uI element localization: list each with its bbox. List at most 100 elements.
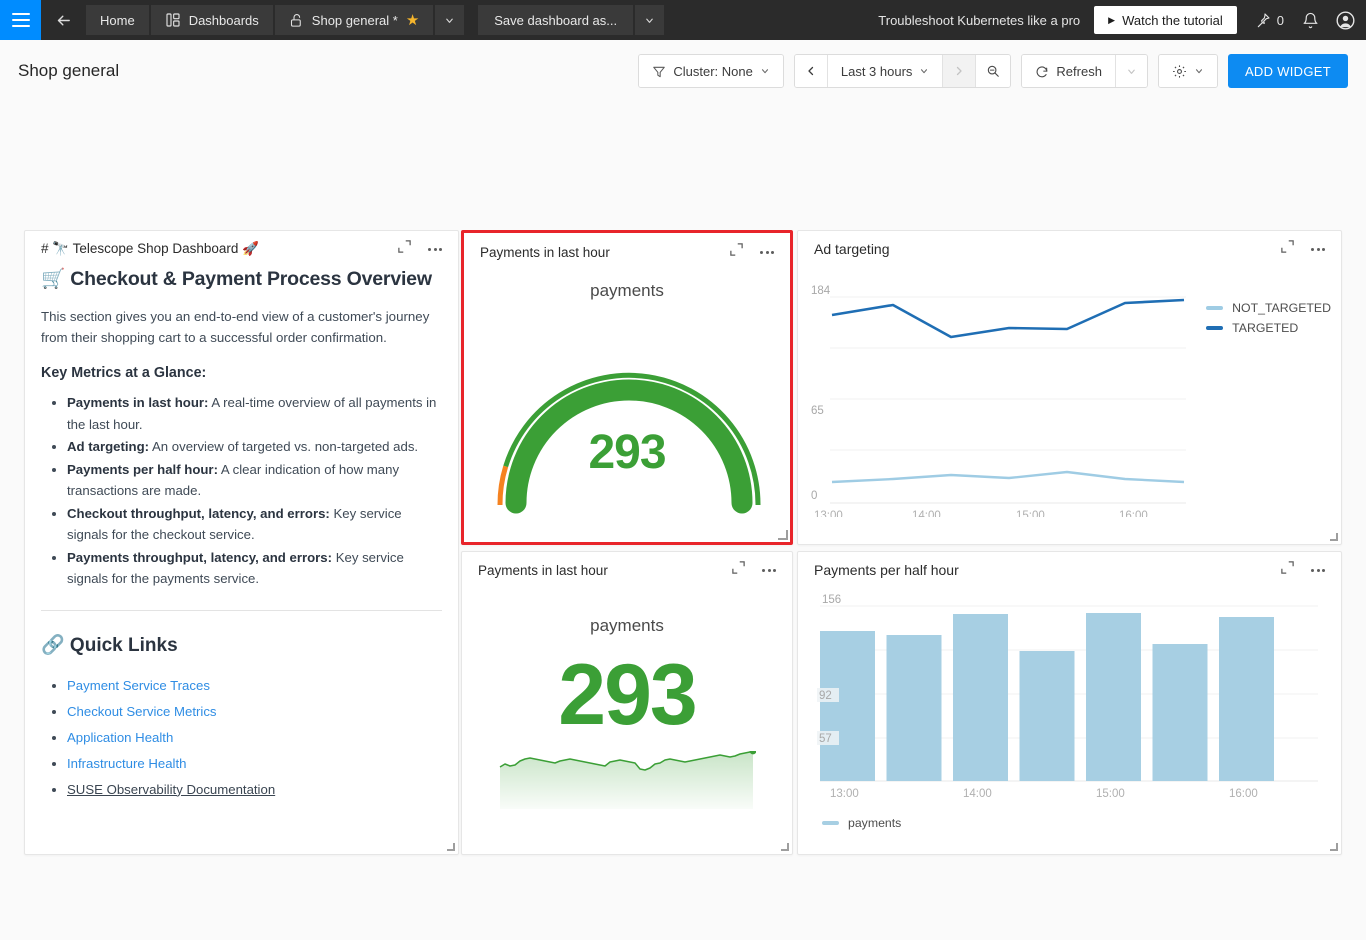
settings-group	[1157, 54, 1218, 88]
expand-icon[interactable]	[397, 239, 412, 259]
widget-menu-icon[interactable]	[760, 563, 778, 578]
widget-actions	[1280, 560, 1327, 580]
tutorial-promo-text: Troubleshoot Kubernetes like a pro	[878, 12, 1081, 28]
filter-icon	[652, 63, 666, 79]
legend-item[interactable]: TARGETED	[1206, 321, 1331, 335]
list-item: Infrastructure Health	[67, 753, 442, 775]
quick-link[interactable]: Infrastructure Health	[67, 756, 186, 771]
list-item: Application Health	[67, 727, 442, 749]
widget-resize-handle[interactable]	[778, 530, 788, 540]
list-item: Payments in last hour: A real-time overv…	[67, 392, 442, 435]
menu-icon[interactable]	[0, 0, 41, 40]
expand-icon[interactable]	[729, 242, 744, 262]
x-tick-label: 13:00	[814, 510, 843, 517]
refresh-interval-dropdown[interactable]	[1115, 55, 1147, 87]
widget-actions	[397, 239, 444, 259]
markdown-content: 🛒 Checkout & Payment Process Overview Th…	[25, 267, 458, 815]
legend-label: TARGETED	[1232, 321, 1299, 335]
chart-legend: NOT_TARGETED TARGETED	[1206, 301, 1331, 335]
widget-resize-handle[interactable]	[780, 842, 789, 851]
pin-icon	[1255, 12, 1271, 29]
breadcrumb-dropdown-toggle[interactable]	[435, 5, 465, 35]
line-chart-body: 184 65 0 13:00 14:00 15:00 16:00 NOT_TAR…	[798, 267, 1341, 522]
legend-item[interactable]: payments	[822, 816, 901, 830]
widget-title: Payments per half hour	[814, 562, 959, 578]
widget-title: Ad targeting	[814, 241, 890, 257]
widget-menu-icon[interactable]	[426, 242, 444, 257]
chevron-down-icon	[760, 66, 770, 77]
quick-link[interactable]: Payment Service Traces	[67, 678, 210, 693]
chevron-down-icon	[1194, 66, 1204, 77]
widget-menu-icon[interactable]	[758, 245, 776, 260]
quick-links-list: Payment Service Traces Checkout Service …	[41, 675, 442, 801]
metric-term: Checkout throughput, latency, and errors…	[67, 505, 330, 521]
cluster-filter-button[interactable]: Cluster: None	[639, 55, 783, 87]
expand-icon[interactable]	[1280, 239, 1295, 259]
time-range-button[interactable]: Last 3 hours	[827, 55, 943, 87]
time-range-group: Last 3 hours	[793, 54, 1012, 88]
quick-link[interactable]: SUSE Observability Documentation	[67, 782, 275, 797]
save-dashboard-as-label: Save dashboard as...	[494, 12, 618, 28]
markdown-metrics-list: Payments in last hour: A real-time overv…	[41, 392, 442, 590]
y-tick-label: 65	[811, 405, 824, 417]
widget-resize-handle[interactable]	[1329, 532, 1338, 541]
widget-actions	[731, 560, 778, 580]
quick-link[interactable]: Checkout Service Metrics	[67, 704, 217, 719]
widget-resize-handle[interactable]	[1329, 842, 1338, 851]
dashboards-icon	[165, 12, 181, 29]
notifications-button[interactable]	[1302, 12, 1319, 29]
favorite-star-icon[interactable]: ★	[406, 13, 419, 28]
bar	[886, 635, 942, 781]
zoom-out-icon[interactable]	[976, 55, 1011, 87]
metric-desc: An overview of targeted vs. non-targeted…	[149, 439, 419, 454]
refresh-label: Refresh	[1056, 63, 1102, 79]
metric-term: Payments throughput, latency, and errors…	[67, 549, 333, 565]
top-navigation-bar: Home Dashboards Shop general * ★ Save da…	[0, 0, 1366, 40]
x-tick-label: 15:00	[1096, 788, 1125, 800]
legend-item[interactable]: NOT_TARGETED	[1206, 301, 1331, 315]
avatar[interactable]	[1335, 10, 1356, 31]
dashboard-settings-button[interactable]	[1158, 55, 1217, 87]
widget-title: Payments in last hour	[478, 562, 608, 578]
back-arrow-icon[interactable]	[41, 0, 86, 40]
watch-tutorial-label: Watch the tutorial	[1122, 12, 1223, 28]
refresh-button[interactable]: Refresh	[1022, 55, 1115, 87]
watch-tutorial-button[interactable]: ▶ Watch the tutorial	[1094, 6, 1237, 34]
widget-actions	[1280, 239, 1327, 259]
x-tick-label: 13:00	[830, 788, 859, 800]
add-widget-button[interactable]: ADD WIDGET	[1227, 54, 1348, 88]
legend-label: payments	[848, 816, 902, 830]
dashboard-subheader: Shop general Cluster: None Last 3 hours …	[0, 40, 1366, 102]
save-dashboard-group: Save dashboard as...	[466, 0, 665, 40]
breadcrumb-item-shop-general[interactable]: Shop general * ★	[274, 5, 434, 35]
bar	[1152, 644, 1208, 781]
quick-link[interactable]: Application Health	[67, 730, 173, 745]
widget-menu-icon[interactable]	[1309, 242, 1327, 257]
pinned-items-button[interactable]: 0	[1255, 12, 1284, 29]
refresh-group: Refresh	[1021, 54, 1148, 88]
list-item: Ad targeting: An overview of targeted vs…	[67, 436, 442, 458]
cluster-filter-group: Cluster: None	[638, 54, 784, 88]
gauge-svg	[497, 372, 761, 514]
bar	[1219, 617, 1274, 781]
breadcrumb-item-home[interactable]: Home	[86, 5, 149, 35]
gauge-value: 293	[588, 426, 666, 479]
time-range-label: Last 3 hours	[840, 63, 913, 79]
breadcrumb-item-dashboards[interactable]: Dashboards	[150, 5, 273, 35]
widget-menu-icon[interactable]	[1309, 563, 1327, 578]
chevron-down-icon	[1126, 65, 1137, 76]
time-prev-button[interactable]	[794, 55, 827, 87]
number-chart: payments 293	[462, 588, 792, 816]
chart-legend: payments	[808, 808, 1331, 830]
breadcrumb-dashboard-label: Shop general *	[311, 12, 398, 28]
sparkline-svg	[499, 750, 756, 809]
bar	[1019, 651, 1075, 781]
x-tick-label: 16:00	[1229, 788, 1258, 800]
refresh-icon	[1035, 63, 1049, 79]
expand-icon[interactable]	[731, 560, 746, 580]
list-item: Payment Service Traces	[67, 675, 442, 697]
save-dashboard-as-button[interactable]: Save dashboard as...	[478, 5, 634, 35]
save-dashboard-dropdown-toggle[interactable]	[635, 5, 665, 35]
widget-resize-handle[interactable]	[446, 842, 455, 851]
expand-icon[interactable]	[1280, 560, 1295, 580]
